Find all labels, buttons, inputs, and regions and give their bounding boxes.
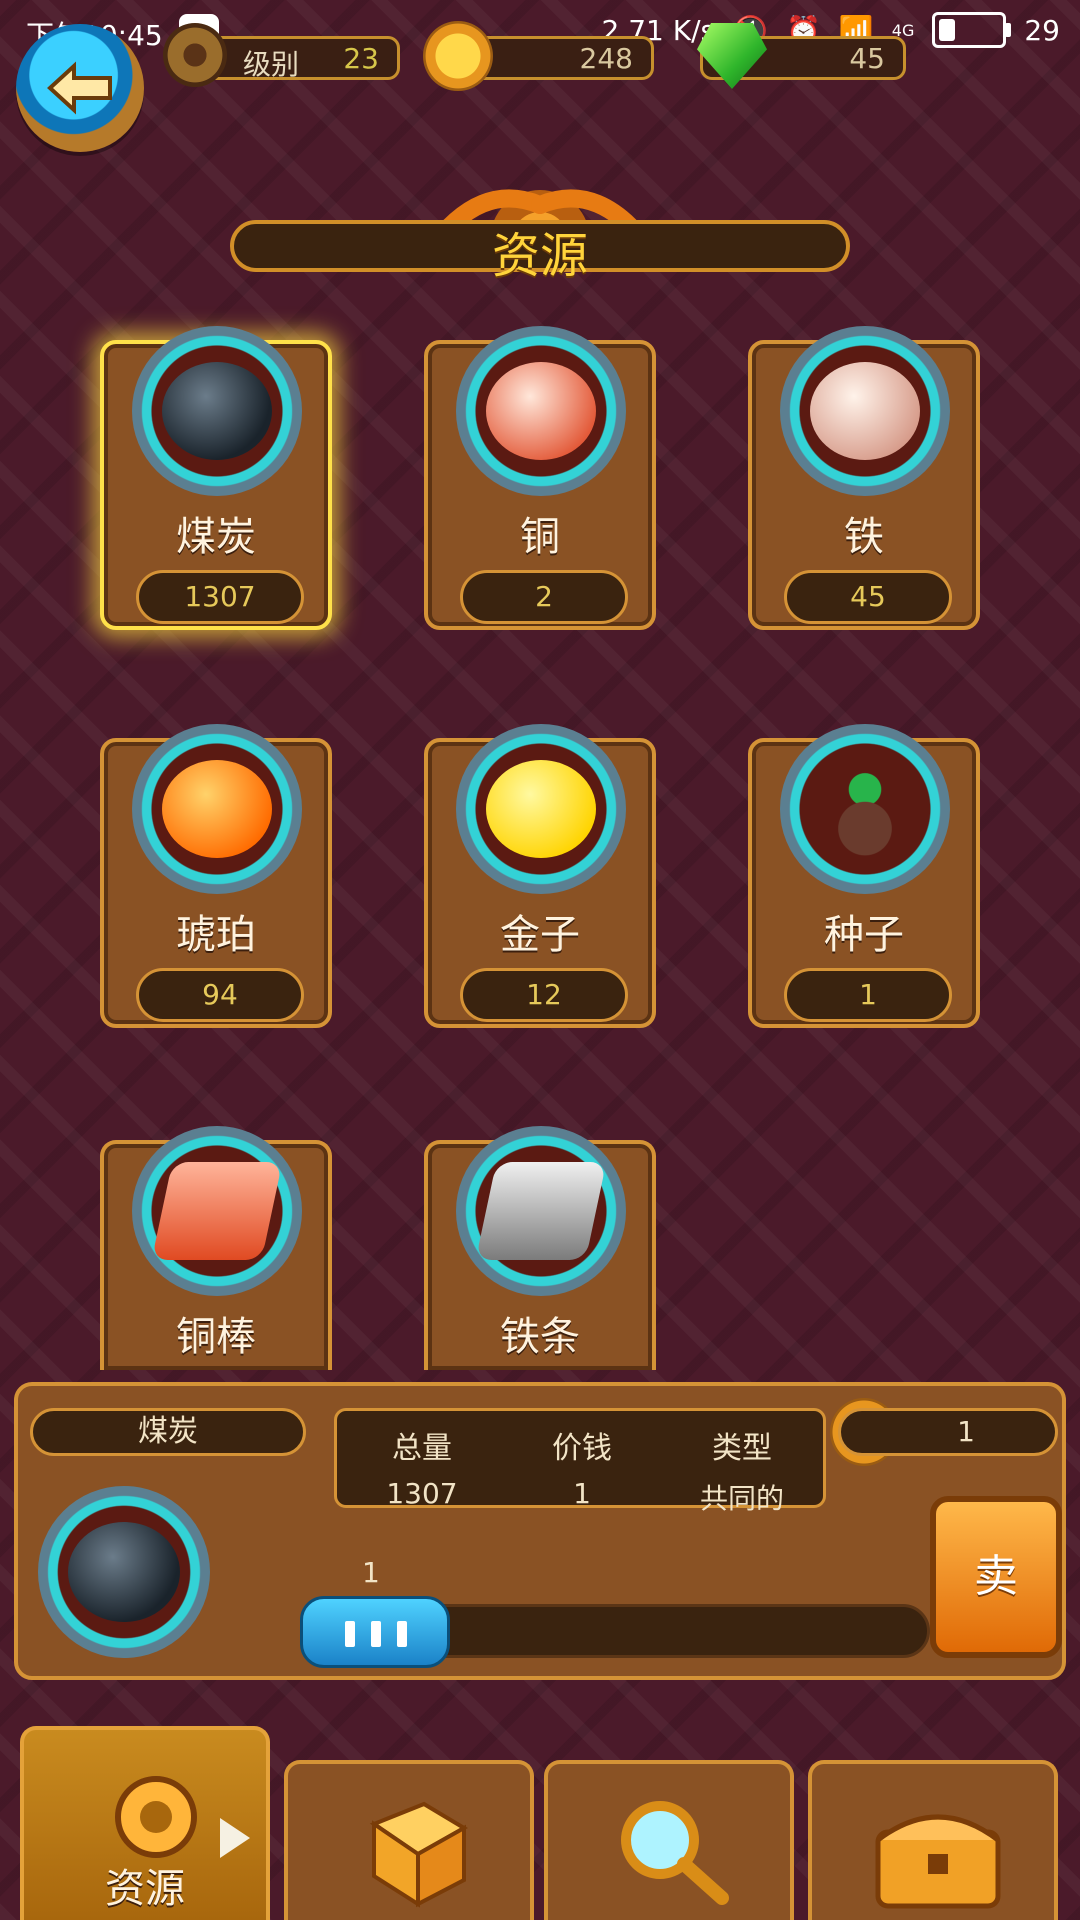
resource-ring — [132, 326, 302, 496]
magnifier-icon — [621, 1801, 729, 1905]
resource-name: 种子 — [824, 912, 904, 958]
page-title: 资源 — [491, 228, 588, 284]
selected-resource-name: 煤炭 — [30, 1408, 306, 1456]
coin-display: 248 — [423, 21, 654, 91]
stat-total: 总量 1307 — [347, 1423, 497, 1510]
gem-value: 45 — [849, 41, 885, 75]
slider-value: 1 — [362, 1556, 380, 1589]
sell-price: 1 — [838, 1408, 1058, 1456]
tab-resources[interactable]: 资源 — [20, 1726, 270, 1920]
gem-icon — [697, 23, 767, 89]
tab-arrow-icon — [220, 1818, 250, 1858]
resource-name: 铜 — [520, 514, 560, 560]
resource-count: 2 — [460, 570, 628, 624]
resource-card-iron-bar[interactable]: 铁条 — [424, 1126, 656, 1370]
sell-button[interactable]: 卖 — [930, 1496, 1062, 1658]
coal-icon — [68, 1522, 180, 1622]
tab-chest[interactable] — [808, 1760, 1058, 1920]
tab-dice[interactable] — [284, 1760, 534, 1920]
level-label: 级别 — [243, 48, 300, 81]
resource-card-gold[interactable]: 金子 12 — [424, 724, 656, 1028]
grip-line — [371, 1621, 381, 1647]
price-value: 1 — [573, 1477, 591, 1510]
battery-percent: 29 — [1024, 13, 1060, 47]
resource-stats: 总量 1307 价钱 1 类型 共同的 — [334, 1408, 826, 1515]
iron-bar-icon — [475, 1162, 607, 1260]
resource-card-iron[interactable]: 铁 45 — [748, 326, 980, 630]
price-label: 价钱 — [552, 1431, 612, 1466]
resource-count: 1 — [784, 968, 952, 1022]
grip-line — [345, 1621, 355, 1647]
battery-fill — [939, 19, 956, 41]
battery-icon — [932, 12, 1012, 48]
dice-icon — [369, 1801, 468, 1908]
resource-ring — [132, 1126, 302, 1296]
resource-ring — [132, 724, 302, 894]
total-value: 1307 — [386, 1477, 458, 1510]
total-label: 总量 — [392, 1431, 452, 1466]
coin-value: 248 — [579, 41, 633, 75]
title-banner: 资源 — [230, 170, 850, 284]
resource-ring — [456, 724, 626, 894]
resource-count: 1307 — [136, 570, 304, 624]
copper-bar-icon — [151, 1162, 283, 1260]
tab-search[interactable] — [544, 1760, 794, 1920]
tab-label: 资源 — [105, 1866, 185, 1912]
grip-line — [397, 1621, 407, 1647]
type-label: 类型 — [712, 1431, 772, 1466]
resource-ring — [780, 326, 950, 496]
resource-detail-panel: 煤炭 总量 1307 价钱 1 类型 共同的 1 1 卖 — [14, 1382, 1066, 1680]
resource-count: 12 — [460, 968, 628, 1022]
resource-card-copper-bar[interactable]: 铜棒 — [100, 1126, 332, 1370]
seed-icon — [810, 760, 920, 858]
back-arrow-icon — [47, 61, 112, 115]
type-value: 共同的 — [699, 1482, 784, 1515]
resource-card-coal[interactable]: 煤炭 1307 — [100, 326, 332, 630]
level-value: 23 — [343, 41, 379, 75]
copper-ore-icon — [486, 362, 596, 460]
gem-display: 45 — [697, 23, 906, 89]
resource-name: 琥珀 — [176, 912, 256, 958]
coal-icon — [162, 362, 272, 460]
selected-resource-ring — [38, 1486, 210, 1658]
resource-card-seed[interactable]: 种子 1 — [748, 724, 980, 1028]
resource-name: 金子 — [500, 912, 580, 958]
resource-name: 煤炭 — [176, 514, 256, 560]
level-display: 级别 23 — [163, 23, 400, 87]
gold-icon — [486, 760, 596, 858]
quantity-slider-handle[interactable] — [300, 1596, 450, 1668]
stat-price: 价钱 1 — [507, 1423, 657, 1510]
resource-ring — [780, 724, 950, 894]
resource-ring — [456, 1126, 626, 1296]
treasure-chest-icon — [875, 1814, 1001, 1909]
resource-name: 铁 — [844, 514, 884, 560]
resource-card-amber[interactable]: 琥珀 94 — [100, 724, 332, 1028]
resource-name: 铜棒 — [176, 1314, 256, 1360]
resource-count: 94 — [136, 968, 304, 1022]
back-button[interactable] — [16, 24, 144, 152]
iron-ore-icon — [810, 362, 920, 460]
resource-card-copper[interactable]: 铜 2 — [424, 326, 656, 630]
resource-name: 铁条 — [500, 1314, 580, 1360]
coin-icon — [423, 21, 493, 91]
resource-count: 45 — [784, 570, 952, 624]
resource-ring — [456, 326, 626, 496]
level-gear-icon — [163, 23, 227, 87]
amber-icon — [162, 760, 272, 858]
stat-type: 类型 共同的 — [667, 1423, 817, 1517]
